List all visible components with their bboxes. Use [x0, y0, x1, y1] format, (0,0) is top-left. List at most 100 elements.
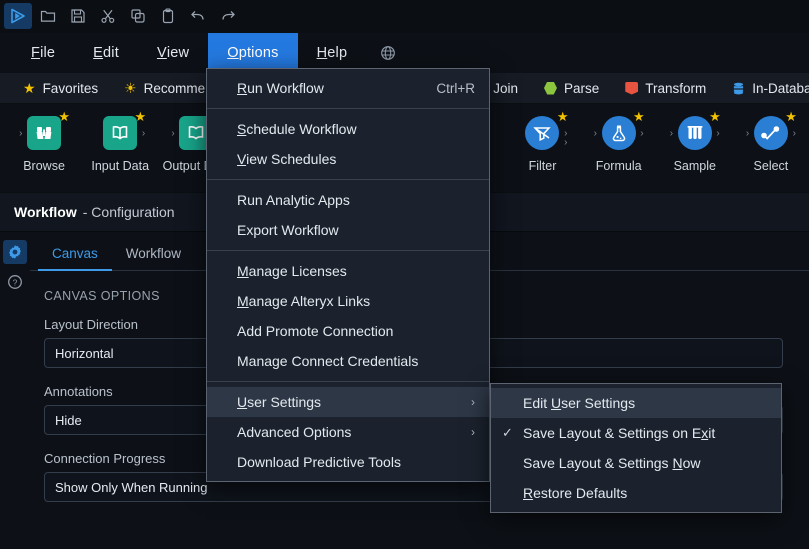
tool-select-iconwrap: › › ★: [745, 110, 797, 153]
run-workflow-icon[interactable]: [4, 3, 32, 29]
chevron-right-icon: ›: [471, 425, 475, 439]
alteryx-designer-window: File Edit View Options Help ★ Favorites …: [0, 0, 809, 549]
binoculars-icon: [27, 116, 62, 150]
tool-browse-iconwrap: › ★: [19, 109, 71, 153]
menu-item-view-schedules[interactable]: View Schedules: [207, 144, 489, 174]
tab-canvas-label: Canvas: [52, 246, 98, 261]
ribbon-cat-transform[interactable]: Transform: [612, 81, 719, 96]
menu-view-label: iew: [166, 45, 190, 61]
favorite-star-icon: ★: [709, 109, 721, 124]
tool-browse-label: Browse: [23, 159, 65, 173]
chevron-right-icon: ›: [745, 128, 750, 139]
tool-input-data[interactable]: › ★ Input Data: [82, 104, 158, 173]
tab-workflow-label: Workflow: [125, 246, 182, 261]
menu-item-advanced-options-label: Advanced Options: [237, 424, 352, 440]
tab-canvas[interactable]: Canvas: [38, 246, 112, 271]
tool-filter[interactable]: › › ★ Filter: [504, 104, 580, 173]
globe-icon[interactable]: [366, 33, 410, 73]
chevron-right-icon: ›: [171, 128, 175, 139]
menu-item-download-predictive-tools[interactable]: Download Predictive Tools: [207, 447, 489, 477]
menu-item-export-workflow[interactable]: Export Workflow: [207, 215, 489, 245]
submenu-item-save-layout-on-exit[interactable]: ✓ Save Layout & Settings on Exit: [491, 418, 781, 448]
tool-select[interactable]: › › ★ Select: [733, 104, 809, 173]
help-question-icon[interactable]: ?: [3, 270, 27, 294]
save-icon[interactable]: [64, 3, 92, 29]
submenu-item-save-layout-now[interactable]: Save Layout & Settings Now: [491, 448, 781, 478]
submenu-item-edit-user-settings[interactable]: Edit User Settings: [491, 388, 781, 418]
menu-separator: [207, 179, 489, 180]
database-icon: [732, 82, 745, 95]
favorite-star-icon: ★: [556, 109, 569, 124]
copy-icon[interactable]: [124, 3, 152, 29]
menu-item-run-analytic-apps-label: Run Analytic Apps: [237, 192, 350, 208]
sun-icon: ☀: [124, 80, 137, 96]
ribbon-cat-parse[interactable]: Parse: [531, 81, 612, 96]
annotations-value: Hide: [55, 412, 82, 428]
open-folder-icon[interactable]: [34, 3, 62, 29]
menu-options[interactable]: Options: [208, 33, 298, 73]
menu-item-advanced-options[interactable]: Advanced Options ›: [207, 417, 489, 447]
favorite-star-icon: ★: [134, 109, 147, 124]
menu-help-label: elp: [327, 45, 348, 61]
main-menu-bar: File Edit View Options Help: [0, 33, 809, 73]
chevron-right-icon: ›: [640, 128, 644, 139]
ribbon-cat-transform-label: Transform: [645, 80, 707, 96]
connection-progress-value: Show Only When Running: [55, 479, 208, 495]
menu-item-download-predictive-tools-label: Download Predictive Tools: [237, 454, 401, 470]
checkmark-icon: ✓: [502, 425, 513, 440]
config-subtitle: - Configuration: [82, 204, 175, 220]
favorite-star-icon: ★: [58, 109, 71, 124]
chevron-right-icon: ›: [141, 128, 146, 139]
menu-item-manage-licenses[interactable]: Manage Licenses: [207, 256, 489, 286]
cut-scissors-icon[interactable]: [94, 3, 122, 29]
svg-text:?: ?: [13, 277, 18, 287]
tool-sample-iconwrap: › › ★: [669, 109, 721, 153]
tool-formula-label: Formula: [595, 159, 642, 173]
menu-item-run-analytic-apps[interactable]: Run Analytic Apps: [207, 185, 489, 215]
ribbon-cat-join-label: Join: [493, 80, 518, 96]
paste-icon[interactable]: [154, 3, 182, 29]
ribbon-cat-in-database-label: In-Database: [752, 80, 809, 96]
menu-item-run-workflow-shortcut: Ctrl+R: [436, 80, 475, 96]
menu-item-export-workflow-label: Export Workflow: [237, 222, 339, 238]
redo-arrow-icon[interactable]: [214, 3, 242, 29]
quick-access-toolbar: [0, 0, 809, 33]
tool-sample-label: Sample: [673, 159, 716, 173]
chevron-right-icon: ›: [669, 128, 674, 139]
flag-icon: [625, 81, 639, 95]
menu-item-user-settings[interactable]: User Settings ›: [207, 387, 489, 417]
ribbon-cat-favorites[interactable]: ★ Favorites: [10, 81, 111, 96]
configuration-rail: ?: [0, 232, 30, 543]
menu-item-manage-alteryx-links[interactable]: Manage Alteryx Links: [207, 286, 489, 316]
tool-browse[interactable]: › ★ Browse: [6, 104, 82, 173]
config-title: Workflow: [14, 204, 77, 220]
ribbon-cat-parse-label: Parse: [563, 80, 600, 96]
menu-item-manage-connect-credentials[interactable]: Manage Connect Credentials: [207, 346, 489, 376]
ribbon-cat-favorites-label: Favorites: [42, 80, 99, 96]
tool-formula[interactable]: › › ★ Formula: [581, 104, 657, 173]
tab-workflow[interactable]: Workflow: [112, 246, 195, 270]
menu-view[interactable]: View: [138, 33, 208, 73]
star-icon: ★: [23, 80, 36, 96]
gear-icon[interactable]: [3, 240, 27, 264]
open-book-icon: [103, 116, 138, 150]
submenu-item-restore-defaults[interactable]: Restore Defaults: [491, 478, 781, 508]
undo-arrow-icon[interactable]: [184, 3, 212, 29]
tool-input-data-iconwrap: › ★: [97, 110, 146, 153]
menu-item-schedule-workflow[interactable]: Schedule Workflow: [207, 114, 489, 144]
tool-sample[interactable]: › › ★ Sample: [657, 104, 733, 173]
menu-help[interactable]: Help: [298, 33, 367, 73]
menu-item-add-promote-connection[interactable]: Add Promote Connection: [207, 316, 489, 346]
menu-options-label: ptions: [238, 45, 279, 61]
menu-file[interactable]: File: [12, 33, 74, 73]
tool-input-data-label: Input Data: [91, 159, 150, 173]
menu-separator: [207, 381, 489, 382]
menu-edit[interactable]: Edit: [74, 33, 138, 73]
chevron-right-icon: ›: [19, 128, 23, 139]
ribbon-cat-in-database[interactable]: In-Database: [719, 81, 809, 96]
chevron-right-icon: ›: [564, 137, 568, 148]
menu-item-run-workflow[interactable]: Run Workflow Ctrl+R: [207, 73, 489, 103]
options-dropdown-menu: Run Workflow Ctrl+R Schedule Workflow Vi…: [206, 68, 490, 482]
tool-formula-iconwrap: › › ★: [594, 110, 645, 153]
flask-icon: [601, 116, 636, 150]
